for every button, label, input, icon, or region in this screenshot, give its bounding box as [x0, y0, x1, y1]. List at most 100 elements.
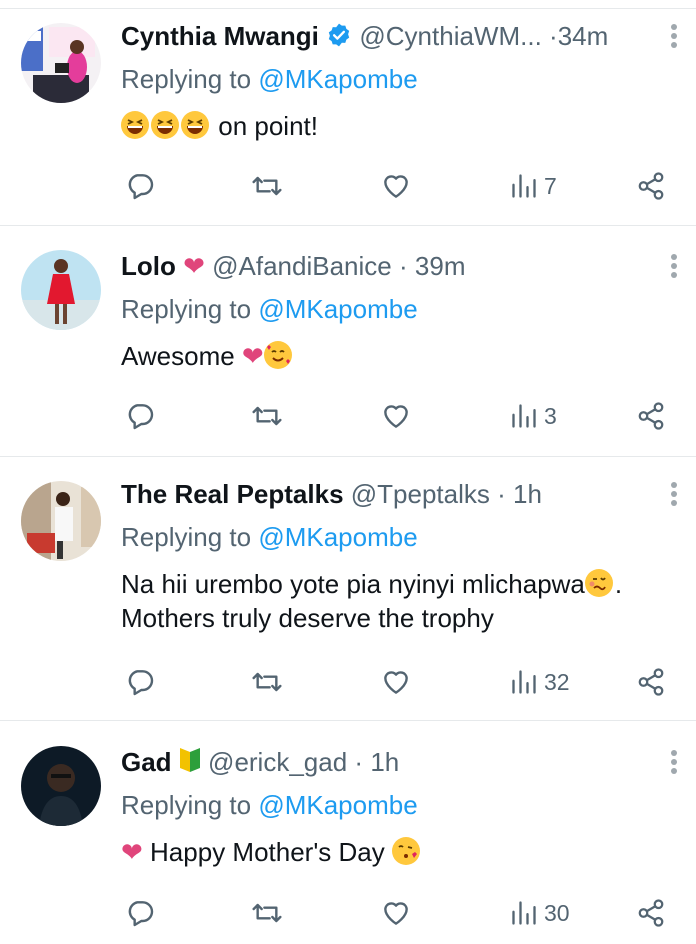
user-handle[interactable]: @erick_gad	[208, 747, 347, 777]
tweet-header: The Real Peptalks @Tpeptalks · 1h	[121, 477, 542, 511]
display-name[interactable]: Gad	[121, 747, 172, 777]
tweet-text: Awesome ❤	[121, 339, 294, 373]
tweet-actions: 32	[0, 662, 696, 702]
more-options-icon[interactable]	[664, 249, 684, 283]
pink-heart-icon: ❤	[121, 837, 143, 867]
more-options-icon[interactable]	[664, 19, 684, 53]
reply-icon	[128, 901, 154, 927]
share-button[interactable]	[636, 396, 666, 436]
display-name[interactable]: The Real Peptalks	[121, 479, 344, 509]
face-blowing-kiss-icon	[392, 837, 420, 865]
replying-to: Replying to @MKapombe	[121, 292, 418, 326]
top-divider	[0, 0, 696, 9]
reply-icon	[128, 404, 154, 430]
share-button[interactable]	[636, 166, 666, 206]
views-chart-icon	[512, 404, 536, 428]
timestamp[interactable]: 1h	[513, 479, 542, 509]
share-icon	[638, 172, 664, 200]
pink-heart-icon: ❤	[183, 251, 205, 281]
verified-badge-icon	[326, 22, 352, 56]
reply-button[interactable]	[124, 166, 156, 206]
reply-icon	[128, 174, 154, 200]
replying-to-label: Replying to	[121, 294, 252, 324]
timestamp[interactable]: 39m	[415, 251, 466, 281]
views-count: 3	[544, 402, 557, 429]
tweet-text: Na hii urembo yote pia nyinyi mlichapwa.…	[121, 567, 681, 635]
views-chart-icon	[512, 670, 536, 694]
timestamp[interactable]: 34m	[558, 21, 609, 51]
separator: ·	[354, 747, 364, 777]
retweet-button[interactable]	[250, 893, 284, 933]
retweet-button[interactable]	[250, 396, 284, 436]
reply-tweet[interactable]: Cynthia Mwangi @CynthiaWM... ·34m Replyi…	[0, 9, 696, 226]
share-button[interactable]	[636, 893, 666, 933]
display-name[interactable]: Lolo	[121, 251, 176, 281]
reply-tweet[interactable]: Gad @erick_gad · 1h Replying to @MKapomb…	[0, 721, 696, 944]
retweet-button[interactable]	[250, 662, 284, 702]
tweet-text-content: Awesome	[121, 341, 235, 371]
separator: ·	[497, 479, 506, 509]
share-icon	[638, 899, 664, 927]
tweet-text-line-2: Mothers truly deserve the trophy	[121, 603, 494, 633]
reply-button[interactable]	[124, 396, 156, 436]
timestamp[interactable]: 1h	[370, 747, 399, 777]
reply-button[interactable]	[124, 893, 156, 933]
woozy-face-icon	[584, 569, 613, 597]
share-icon	[638, 402, 664, 430]
mention-link[interactable]: @MKapombe	[258, 64, 417, 94]
display-name[interactable]: Cynthia Mwangi	[121, 21, 319, 51]
views-chart-icon	[512, 174, 536, 198]
more-options-icon[interactable]	[664, 745, 684, 779]
grinning-squinting-face-icon	[121, 111, 149, 139]
tweet-text-period: .	[614, 569, 623, 599]
tweet-text: ❤ Happy Mother's Day	[121, 835, 422, 869]
heart-icon	[384, 671, 408, 694]
mention-link[interactable]: @MKapombe	[258, 790, 417, 820]
tweet-actions: 7	[0, 166, 696, 206]
user-handle[interactable]: @Tpeptalks	[351, 479, 490, 509]
user-handle[interactable]: @CynthiaWM...	[359, 21, 541, 51]
avatar[interactable]	[21, 23, 101, 103]
tweet-header: Lolo ❤ @AfandiBanice · 39m	[121, 249, 465, 283]
like-button[interactable]	[380, 166, 412, 206]
tweet-actions: 30	[0, 893, 696, 933]
like-button[interactable]	[380, 893, 412, 933]
retweet-button[interactable]	[250, 166, 284, 206]
like-button[interactable]	[380, 662, 412, 702]
tweet-text-content: Happy Mother's Day	[150, 837, 385, 867]
views-button[interactable]: 30	[510, 893, 570, 933]
avatar[interactable]	[21, 250, 101, 330]
avatar[interactable]	[21, 746, 101, 826]
tweet-text-content: Na hii urembo yote pia nyinyi mlichapwa	[121, 569, 585, 599]
views-chart-icon	[512, 901, 536, 925]
reply-tweet[interactable]: Lolo ❤ @AfandiBanice · 39m Replying to @…	[0, 226, 696, 457]
reply-button[interactable]	[124, 662, 156, 702]
retweet-icon	[252, 406, 282, 426]
tweet-header: Gad @erick_gad · 1h	[121, 745, 399, 779]
views-button[interactable]: 32	[510, 662, 570, 702]
heart-icon	[384, 902, 408, 925]
heart-icon	[384, 175, 408, 198]
replying-to: Replying to @MKapombe	[121, 788, 418, 822]
replying-to-label: Replying to	[121, 522, 252, 552]
mention-link[interactable]: @MKapombe	[258, 294, 417, 324]
more-options-icon[interactable]	[664, 477, 684, 511]
user-handle[interactable]: @AfandiBanice	[212, 251, 392, 281]
tweet-actions: 3	[0, 396, 696, 436]
views-count: 30	[544, 899, 570, 926]
share-button[interactable]	[636, 662, 666, 702]
retweet-icon	[252, 903, 282, 923]
tweet-header: Cynthia Mwangi @CynthiaWM... ·34m	[121, 19, 608, 53]
views-button[interactable]: 3	[510, 396, 557, 436]
like-button[interactable]	[380, 396, 412, 436]
reply-tweet[interactable]: The Real Peptalks @Tpeptalks · 1h Replyi…	[0, 457, 696, 721]
replying-to-label: Replying to	[121, 790, 252, 820]
pink-heart-icon: ❤	[241, 341, 264, 371]
grinning-squinting-face-icon	[181, 111, 209, 139]
separator: ·	[549, 21, 558, 51]
mention-link[interactable]: @MKapombe	[258, 522, 417, 552]
avatar[interactable]	[21, 481, 101, 561]
views-button[interactable]: 7	[510, 166, 557, 206]
tweet-text-content: on point!	[218, 111, 318, 141]
smiling-face-with-hearts-icon	[263, 341, 292, 369]
